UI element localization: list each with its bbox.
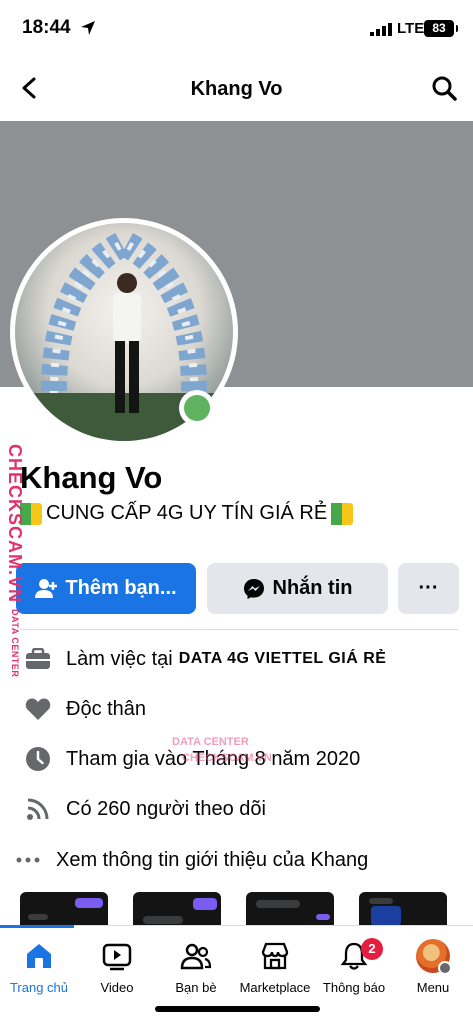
nav-active-indicator	[0, 925, 74, 928]
see-about-text: Xem thông tin giới thiệu của Khang	[56, 848, 369, 871]
detail-relationship: Độc thân	[24, 695, 146, 723]
message-label: Nhắn tin	[272, 577, 353, 599]
featured-thumbnails	[0, 888, 473, 928]
detail-work-prefix: Làm việc tại	[66, 647, 173, 670]
briefcase-icon	[26, 648, 50, 669]
nav-marketplace[interactable]: Marketplace	[230, 936, 320, 995]
home-indicator	[155, 1006, 320, 1012]
home-icon	[27, 944, 51, 968]
detail-followers-text[interactable]: Có 260 người theo dõi	[66, 798, 266, 821]
detail-work: Làm việc tại DATA 4G VIETTEL GIÁ RẺ	[24, 645, 386, 673]
battery-level: 83	[424, 20, 458, 37]
featured-thumbnail[interactable]	[20, 892, 108, 928]
more-icon: ···	[418, 577, 439, 599]
add-friend-button[interactable]: Thêm bạn...	[16, 563, 196, 614]
back-icon[interactable]	[18, 76, 42, 100]
notification-badge: 2	[361, 938, 383, 960]
marketplace-icon	[261, 942, 289, 970]
watermark-side: CHECKSCAM.VN DATA CENTER	[5, 444, 25, 678]
location-arrow-icon	[81, 21, 95, 35]
status-time: 18:44	[22, 17, 71, 38]
see-about-link[interactable]: Xem thông tin giới thiệu của Khang	[14, 846, 368, 874]
featured-thumbnail[interactable]	[359, 892, 447, 928]
profile-bio: CUNG CẤP 4G UY TÍN GIÁ RẺ	[20, 502, 354, 525]
add-friend-label: Thêm bạn...	[65, 577, 177, 599]
heart-icon	[25, 698, 51, 720]
beginner-badge-icon	[331, 502, 354, 525]
nav-notifications[interactable]: Thông báo 2	[309, 936, 399, 995]
add-friend-icon	[35, 578, 58, 598]
watermark-center: DATA CENTER CHECKSCAM.VN	[172, 736, 272, 764]
video-icon	[102, 943, 132, 971]
online-status-dot	[179, 390, 215, 426]
messenger-icon	[243, 578, 264, 599]
detail-work-place[interactable]: DATA 4G VIETTEL GIÁ RẺ	[179, 650, 387, 668]
nav-friends[interactable]: Bạn bè	[151, 936, 241, 995]
detail-relationship-text: Độc thân	[66, 697, 147, 720]
more-options-button[interactable]: ···	[398, 563, 459, 614]
featured-thumbnail[interactable]	[133, 892, 221, 928]
profile-bio-text: CUNG CẤP 4G UY TÍN GIÁ RẺ	[46, 502, 328, 524]
top-bar: Khang Vo	[0, 58, 473, 120]
page-title: Khang Vo	[190, 78, 283, 100]
search-icon[interactable]	[431, 75, 457, 101]
detail-followers: Có 260 người theo dõi	[24, 795, 266, 823]
clock-icon	[26, 747, 50, 771]
status-bar: 18:44 LTE 83	[0, 0, 473, 58]
network-type: LTE	[397, 20, 425, 37]
profile-name: Khang Vo	[20, 460, 163, 495]
nav-menu[interactable]: Menu	[388, 936, 473, 995]
followers-rss-icon	[27, 798, 49, 820]
friends-icon	[180, 943, 212, 970]
featured-thumbnail[interactable]	[246, 892, 334, 928]
ellipsis-icon	[16, 857, 40, 863]
nav-video[interactable]: Video	[72, 936, 162, 995]
message-button[interactable]: Nhắn tin	[207, 563, 388, 614]
avatar-icon	[416, 939, 452, 975]
signal-icon	[370, 23, 392, 36]
divider	[20, 629, 458, 630]
